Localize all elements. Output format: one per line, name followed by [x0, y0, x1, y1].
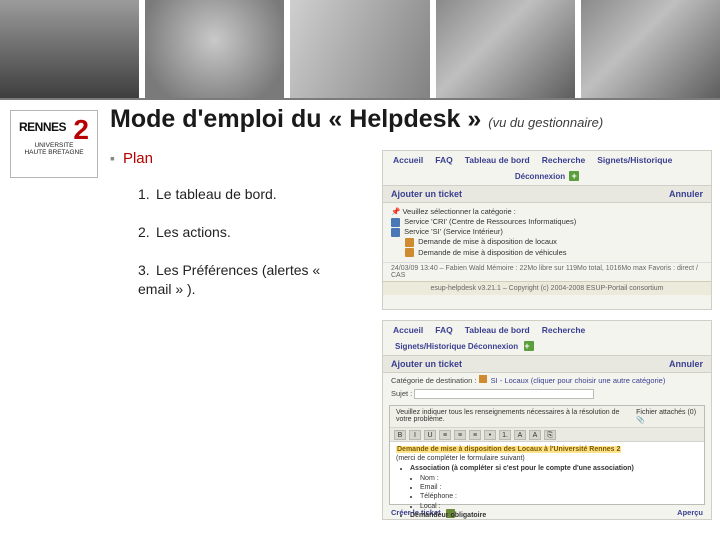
mock-subnav: Déconnexion + [383, 169, 711, 185]
editor-highlight: Demande de mise à disposition des Locaux… [396, 446, 621, 453]
plan-block: ▪Plan 1.Le tableau de bord. 2.Les action… [110, 150, 355, 318]
banner-photo [145, 0, 284, 100]
nav-link[interactable]: FAQ [435, 325, 452, 335]
banner-photo [290, 0, 429, 100]
leaf-icon [479, 375, 487, 383]
photo-banner [0, 0, 720, 100]
plan-item: 1.Le tableau de bord. [138, 185, 355, 203]
plan-item: 2.Les actions. [138, 223, 355, 241]
logo-text-two: 2 [73, 114, 89, 146]
plus-icon[interactable]: + [524, 341, 534, 351]
toolbar-button[interactable]: ⎘ [544, 430, 556, 440]
attachments-label[interactable]: Fichier attachés (0) 📎 [636, 409, 698, 424]
copyright-line: esup-helpdesk v3.21.1 – Copyright (c) 20… [383, 281, 711, 295]
toolbar-button[interactable]: ≡ [454, 430, 466, 440]
mock-body: 📌 Veuillez sélectionner la catégorie : S… [383, 203, 711, 262]
category-value-link[interactable]: SI - Locaux (cliquer pour choisir une au… [491, 376, 666, 385]
nav-link[interactable]: Accueil [393, 155, 423, 165]
plus-icon[interactable]: + [569, 171, 579, 181]
nav-link[interactable]: Recherche [542, 325, 585, 335]
toolbar-button[interactable]: U [424, 430, 436, 440]
slide-content: Mode d'emploi du « Helpdesk » (vu du ges… [110, 105, 712, 535]
slide-title-row: Mode d'emploi du « Helpdesk » (vu du ges… [110, 105, 712, 134]
section-title: Ajouter un ticket [391, 189, 462, 199]
toolbar-button[interactable]: • [484, 430, 496, 440]
editor-toolbar: B I U ≡ ≡ ≡ • 1. A A ⎘ [390, 428, 704, 442]
logo-text-rennes: RENNES [19, 120, 66, 134]
toolbar-button[interactable]: ≡ [469, 430, 481, 440]
toolbar-button[interactable]: I [409, 430, 421, 440]
nav-link[interactable]: Signets/Historique [597, 155, 672, 165]
toolbar-button[interactable]: A [529, 430, 541, 440]
leaf-icon [405, 238, 414, 247]
toolbar-button[interactable]: 1. [499, 430, 511, 440]
mock-subnav: Signets/Historique Déconnexion + [383, 339, 711, 355]
editor-header: Veuillez indiquer tous les renseignement… [390, 406, 704, 428]
toolbar-button[interactable]: ≡ [439, 430, 451, 440]
slide-subtitle: (vu du gestionnaire) [488, 115, 603, 130]
mock-section-bar: Ajouter un ticket Annuler [383, 185, 711, 203]
folder-icon [391, 228, 400, 237]
tree-item[interactable]: Demande de mise à disposition de locaux [405, 237, 703, 247]
toolbar-button[interactable]: B [394, 430, 406, 440]
tree-item[interactable]: Service 'CRI' (Centre de Ressources Info… [391, 217, 703, 227]
slide-title: Mode d'emploi du « Helpdesk » [110, 105, 481, 133]
tree-item[interactable]: Service 'SI' (Service Intérieur) [391, 227, 703, 237]
section-title: Ajouter un ticket [391, 359, 462, 369]
banner-photo [436, 0, 575, 100]
mock-nav: Accueil FAQ Tableau de bord Recherche Si… [383, 151, 711, 169]
plan-item: 3.Les Préférences (alertes « email » ). [138, 261, 355, 297]
nav-link[interactable]: FAQ [435, 155, 452, 165]
editor-content[interactable]: Demande de mise à disposition des Locaux… [390, 442, 704, 523]
tree-item[interactable]: Demande de mise à disposition de véhicul… [405, 248, 703, 258]
cancel-link[interactable]: Annuler [669, 189, 703, 199]
subnav-links[interactable]: Signets/Historique Déconnexion [395, 342, 518, 351]
banner-photo [0, 0, 139, 100]
rich-text-editor: Veuillez indiquer tous les renseignement… [389, 405, 705, 505]
logo-text-hb: HAUTE BRETAGNE [15, 150, 93, 157]
leaf-icon [405, 248, 414, 257]
banner-photo [581, 0, 720, 100]
subject-input[interactable] [414, 389, 594, 399]
toolbar-button[interactable]: A [514, 430, 526, 440]
mock-section-bar: Ajouter un ticket Annuler [383, 355, 711, 373]
status-line: 24/03/09 13:40 – Fabien Wald Mémoire : 2… [383, 262, 711, 281]
cancel-link[interactable]: Annuler [669, 359, 703, 369]
editor-hint: Veuillez indiquer tous les renseignement… [396, 409, 636, 424]
mock-nav: Accueil FAQ Tableau de bord Recherche [383, 321, 711, 339]
bullet-icon: ▪ [110, 150, 115, 166]
banner-underline [0, 98, 720, 100]
logout-link[interactable]: Déconnexion [515, 172, 565, 181]
screenshot-category-select: Accueil FAQ Tableau de bord Recherche Si… [382, 150, 712, 310]
field-subject: Sujet : [383, 387, 711, 401]
category-prompt: 📌 Veuillez sélectionner la catégorie : [391, 207, 703, 217]
attach-icon: 📎 [636, 417, 645, 424]
field-category: Catégorie de destination : SI - Locaux (… [383, 373, 711, 387]
folder-icon [391, 218, 400, 227]
screenshot-ticket-editor: Accueil FAQ Tableau de bord Recherche Si… [382, 320, 712, 520]
plan-heading: ▪Plan [110, 150, 355, 167]
nav-link[interactable]: Tableau de bord [465, 155, 530, 165]
nav-link[interactable]: Recherche [542, 155, 585, 165]
editor-note: (merci de compléter le formulaire suivan… [396, 455, 525, 462]
nav-link[interactable]: Tableau de bord [465, 325, 530, 335]
nav-link[interactable]: Accueil [393, 325, 423, 335]
university-logo: RENNES 2 UNIVERSITE HAUTE BRETAGNE [10, 110, 98, 178]
